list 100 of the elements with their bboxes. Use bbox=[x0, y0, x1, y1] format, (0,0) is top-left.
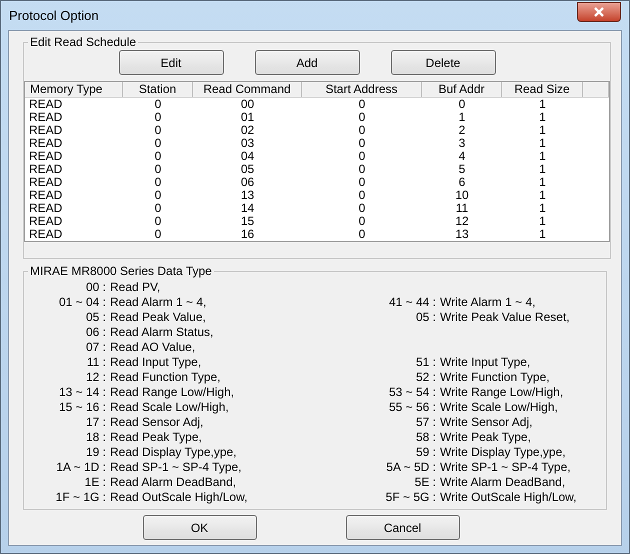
code-label: 05 : bbox=[84, 310, 106, 325]
table-cell-text: 1 bbox=[538, 150, 547, 163]
table-cell-text: 0 bbox=[154, 163, 162, 176]
code-label: 11 : bbox=[86, 355, 106, 370]
table-cell-text: 1 bbox=[538, 202, 547, 215]
code-label: 18 : bbox=[84, 430, 106, 445]
table-cell-text: 16 bbox=[240, 228, 256, 241]
table-cell-text: 0 bbox=[154, 111, 162, 124]
description-label: Read Peak Value, bbox=[110, 310, 206, 325]
code-label: 00 : bbox=[84, 280, 106, 295]
description-label: Write Alarm 1 ~ 4, bbox=[440, 295, 536, 310]
column-header[interactable]: Read Size bbox=[502, 82, 583, 97]
table-cell-text: 4 bbox=[458, 150, 466, 163]
description-label: Write Sensor Adj, bbox=[440, 415, 532, 430]
description-label: Write Alarm DeadBand, bbox=[440, 475, 566, 490]
table-cell-text: READ bbox=[28, 215, 64, 228]
table-cell-text: 06 bbox=[240, 176, 256, 189]
dialog-button[interactable]: Add bbox=[254, 50, 360, 75]
table-cell-text: 0 bbox=[154, 176, 162, 189]
dialog-button[interactable]: Cancel bbox=[346, 515, 460, 540]
close-button[interactable] bbox=[577, 2, 621, 22]
table-cell-text: 0 bbox=[154, 137, 162, 150]
code-label: 5F ~ 5G : bbox=[384, 490, 436, 505]
table-cell-text: 0 bbox=[358, 228, 366, 241]
code-label: 06 : bbox=[84, 325, 106, 340]
description-label: Read Range Low/High, bbox=[110, 385, 234, 400]
table-cell-text: READ bbox=[28, 137, 64, 150]
code-label: 05 : bbox=[414, 310, 436, 325]
dialog-button[interactable]: OK bbox=[142, 515, 256, 540]
column-header[interactable]: Station bbox=[123, 82, 193, 97]
table-cell-text: 02 bbox=[240, 124, 256, 137]
description-label: Read Alarm DeadBand, bbox=[110, 475, 236, 490]
table-cell-text: 1 bbox=[538, 163, 547, 176]
table-cell-text: 1 bbox=[458, 111, 466, 124]
table-cell-text: 0 bbox=[358, 98, 366, 111]
table-cell-text: 12 bbox=[454, 215, 470, 228]
table-cell-text: 11 bbox=[454, 202, 470, 215]
code-label: 15 ~ 16 : bbox=[58, 400, 106, 415]
description-label: Read Input Type, bbox=[110, 355, 202, 370]
description-label: Read AO Value, bbox=[110, 340, 196, 355]
table-cell-text: 05 bbox=[240, 163, 256, 176]
description-label: Write Scale Low/High, bbox=[440, 400, 558, 415]
description-label: Write Input Type, bbox=[440, 355, 530, 370]
table-cell-text: 1 bbox=[538, 176, 547, 189]
column-header[interactable]: Read Command bbox=[193, 82, 302, 97]
table-cell-text: 6 bbox=[458, 176, 466, 189]
code-label: 52 : bbox=[414, 370, 436, 385]
code-label: 58 : bbox=[414, 430, 436, 445]
table-cell-text: READ bbox=[28, 163, 64, 176]
description-label: Read PV, bbox=[110, 280, 160, 295]
table-cell-text: 3 bbox=[458, 137, 466, 150]
table-cell-text: READ bbox=[28, 124, 64, 137]
description-label: Write OutScale High/Low, bbox=[440, 490, 577, 505]
code-label: 1E : bbox=[84, 475, 106, 490]
description-label: Read OutScale High/Low, bbox=[110, 490, 248, 505]
code-label: 19 : bbox=[84, 445, 106, 460]
table-cell-text: 04 bbox=[240, 150, 256, 163]
dialog-button[interactable]: Delete bbox=[390, 50, 496, 75]
description-label: Read Sensor Adj, bbox=[110, 415, 204, 430]
code-label: 5A ~ 5D : bbox=[385, 460, 436, 475]
table-cell-text: 1 bbox=[538, 111, 547, 124]
group-title: MIRAE MR8000 Series Data Type bbox=[29, 264, 213, 278]
table-cell-text: READ bbox=[28, 202, 64, 215]
table-cell-text: 13 bbox=[454, 228, 470, 241]
table-cell-text: 15 bbox=[240, 215, 256, 228]
description-label: Write Range Low/High, bbox=[440, 385, 564, 400]
dialog-button[interactable]: Edit bbox=[118, 50, 224, 75]
table-cell-text: 1 bbox=[538, 98, 547, 111]
code-label: 55 ~ 56 : bbox=[388, 400, 436, 415]
description-label: Write SP-1 ~ SP-4 Type, bbox=[440, 460, 571, 475]
table-cell-text: READ bbox=[28, 98, 64, 111]
code-label: 13 ~ 14 : bbox=[58, 385, 106, 400]
table-cell-text: READ bbox=[28, 189, 64, 202]
description-label: Write Peak Type, bbox=[440, 430, 531, 445]
window-title: Protocol Option bbox=[9, 6, 99, 25]
table-cell-text: 0 bbox=[154, 215, 162, 228]
table-cell-text: 14 bbox=[240, 202, 256, 215]
description-label: Read Alarm 1 ~ 4, bbox=[110, 295, 206, 310]
table-cell-text: 0 bbox=[154, 228, 162, 241]
column-header[interactable]: Start Address bbox=[302, 82, 422, 97]
code-label: 41 ~ 44 : bbox=[388, 295, 436, 310]
code-label: 1A ~ 1D : bbox=[55, 460, 106, 475]
table-cell-text: 1 bbox=[538, 228, 547, 241]
table-cell-text: 00 bbox=[240, 98, 256, 111]
table-cell-text: 0 bbox=[358, 202, 366, 215]
description-label: Read Display Type,ype, bbox=[110, 445, 237, 460]
table-cell-text: 0 bbox=[358, 176, 366, 189]
column-header[interactable]: Buf Addr bbox=[422, 82, 502, 97]
table-cell-text: READ bbox=[28, 111, 64, 124]
table-cell-text: 0 bbox=[358, 124, 366, 137]
group-title: Edit Read Schedule bbox=[29, 35, 138, 49]
description-label: Write Function Type, bbox=[440, 370, 550, 385]
code-label: 57 : bbox=[414, 415, 436, 430]
description-label: Read SP-1 ~ SP-4 Type, bbox=[110, 460, 242, 475]
column-header[interactable]: Memory Type bbox=[25, 82, 123, 97]
description-label: Read Peak Type, bbox=[110, 430, 202, 445]
description-label: Read Function Type, bbox=[110, 370, 221, 385]
table-cell-text: READ bbox=[28, 228, 64, 241]
table-cell-text: 1 bbox=[538, 215, 547, 228]
table-cell-text: 0 bbox=[358, 111, 366, 124]
